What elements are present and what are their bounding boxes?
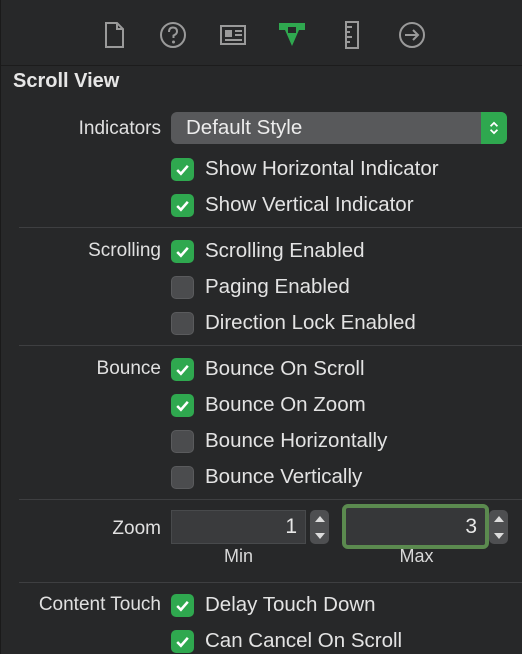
bounce-vertically-label: Bounce Vertically (205, 465, 363, 488)
connections-inspector-icon[interactable] (395, 18, 429, 52)
checkmark-icon (171, 239, 194, 263)
bounce-on-zoom-label: Bounce On Zoom (205, 393, 366, 416)
show-horizontal-indicator-label: Show Horizontal Indicator (205, 157, 439, 180)
checkbox-box (171, 311, 194, 335)
show-horizontal-indicator-checkbox[interactable]: Show Horizontal Indicator (171, 156, 439, 182)
zoom-min-stepper[interactable] (310, 510, 329, 544)
size-inspector-icon[interactable] (335, 18, 369, 52)
indicators-label: Indicators (78, 118, 161, 139)
indicators-style-value: Default Style (186, 116, 303, 139)
divider (19, 582, 522, 583)
zoom-min-label: Min (223, 546, 253, 566)
content-touch-label: Content Touch (38, 594, 161, 615)
inspector-toolbar (1, 0, 522, 66)
show-vertical-indicator-label: Show Vertical Indicator (205, 193, 414, 216)
show-vertical-indicator-checkbox[interactable]: Show Vertical Indicator (171, 192, 414, 218)
chevron-up-icon (493, 515, 504, 522)
can-cancel-on-scroll-checkbox[interactable]: Can Cancel On Scroll (171, 628, 402, 654)
checkmark-icon (171, 357, 194, 381)
scrolling-label: Scrolling (88, 240, 161, 261)
direction-lock-enabled-checkbox[interactable]: Direction Lock Enabled (171, 310, 416, 336)
paging-enabled-label: Paging Enabled (205, 275, 350, 298)
checkmark-icon (171, 193, 194, 217)
identity-inspector-icon[interactable] (216, 18, 250, 52)
chevron-down-icon (493, 532, 504, 539)
checkmark-icon (171, 629, 194, 653)
zoom-min-field[interactable]: 1 (171, 510, 306, 544)
zoom-max-field[interactable]: 3 (342, 504, 489, 549)
checkmark-icon (171, 393, 194, 417)
delay-touch-down-checkbox[interactable]: Delay Touch Down (171, 592, 376, 618)
paging-enabled-checkbox[interactable]: Paging Enabled (171, 274, 350, 300)
checkbox-box (171, 429, 194, 453)
checkbox-box (171, 275, 194, 299)
checkbox-box (171, 465, 194, 489)
bounce-on-scroll-checkbox[interactable]: Bounce On Scroll (171, 356, 365, 382)
chevron-updown-icon (481, 112, 507, 144)
divider (19, 499, 522, 500)
zoom-max-stepper[interactable] (489, 510, 508, 544)
delay-touch-down-label: Delay Touch Down (205, 593, 376, 616)
chevron-down-icon (314, 532, 325, 539)
attributes-inspector-panel: Scroll View Indicators Default Style Sho… (0, 0, 522, 654)
bounce-horizontally-label: Bounce Horizontally (205, 429, 388, 452)
zoom-label: Zoom (112, 518, 161, 539)
zoom-max-label: Max (399, 546, 434, 566)
divider (19, 345, 522, 346)
bounce-on-zoom-checkbox[interactable]: Bounce On Zoom (171, 392, 366, 418)
can-cancel-on-scroll-label: Can Cancel On Scroll (205, 629, 403, 652)
indicators-style-dropdown[interactable]: Default Style (171, 112, 507, 144)
section-title: Scroll View (13, 70, 120, 92)
scrolling-enabled-label: Scrolling Enabled (205, 239, 365, 262)
attributes-inspector-icon[interactable] (275, 18, 309, 52)
quick-help-icon[interactable] (156, 18, 190, 52)
checkmark-icon (171, 157, 194, 181)
checkmark-icon (171, 593, 194, 617)
bounce-horizontally-checkbox[interactable]: Bounce Horizontally (171, 428, 387, 454)
direction-lock-enabled-label: Direction Lock Enabled (205, 311, 416, 334)
bounce-vertically-checkbox[interactable]: Bounce Vertically (171, 464, 362, 490)
bounce-on-scroll-label: Bounce On Scroll (205, 357, 365, 380)
divider (19, 227, 522, 228)
scrolling-enabled-checkbox[interactable]: Scrolling Enabled (171, 238, 365, 264)
file-inspector-icon[interactable] (97, 18, 131, 52)
chevron-up-icon (314, 515, 325, 522)
bounce-label: Bounce (96, 358, 161, 379)
